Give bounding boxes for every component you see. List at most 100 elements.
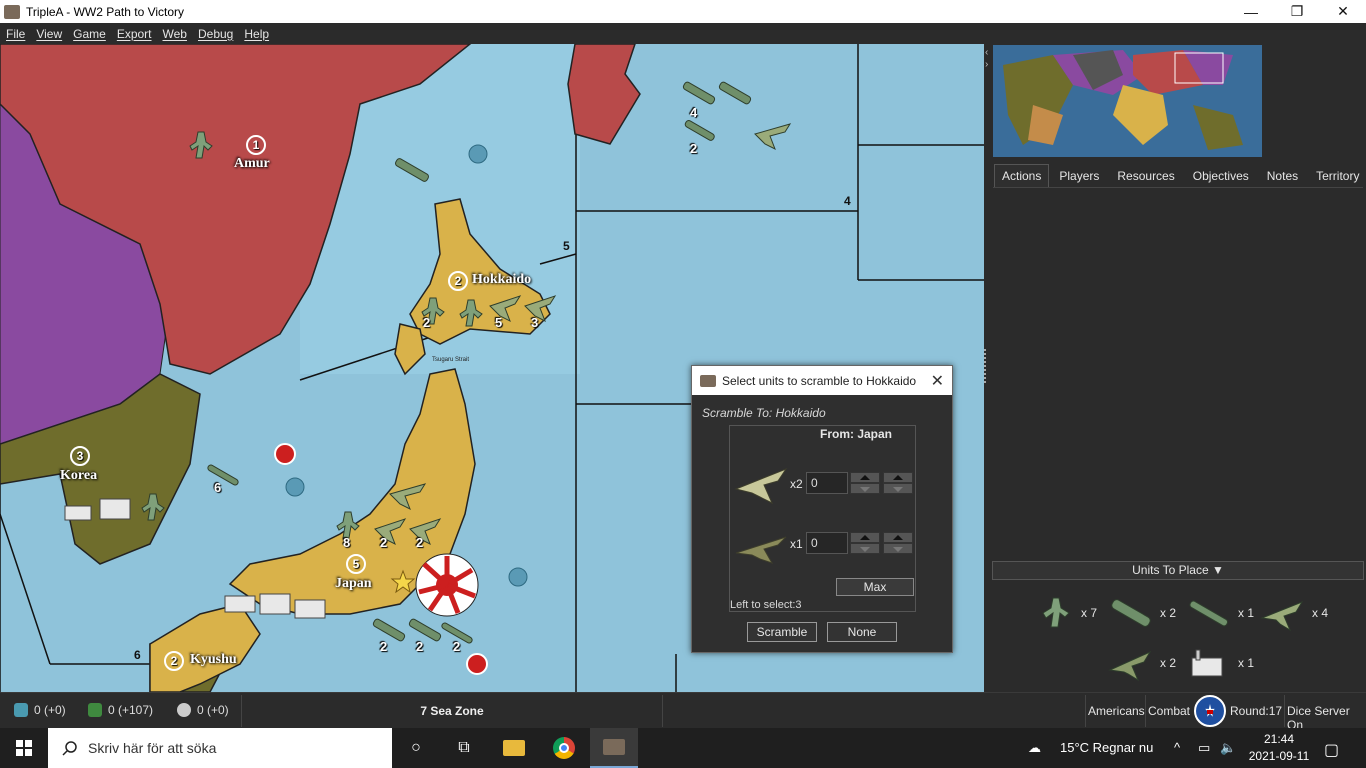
splitter-handle[interactable] xyxy=(984,349,988,383)
chevron-up-icon[interactable]: ^ xyxy=(1174,740,1180,755)
tech-value: 0 (+0) xyxy=(34,703,66,717)
sea-zone-number: 6 xyxy=(134,648,141,662)
status-bar: 0 (+0) 0 (+107) 0 (+0) 7 Sea Zone Americ… xyxy=(0,692,1366,732)
start-button[interactable] xyxy=(0,728,48,768)
windows-logo-icon xyxy=(16,740,32,756)
close-icon[interactable]: ✕ xyxy=(1320,0,1366,23)
increment-all-button[interactable] xyxy=(883,472,913,483)
minimize-icon[interactable]: — xyxy=(1228,0,1274,23)
menu-view[interactable]: View xyxy=(30,27,67,41)
weather-icon[interactable]: ☁ xyxy=(1028,740,1041,756)
money-resource: 0 (+107) xyxy=(88,703,153,717)
tab-players[interactable]: Players xyxy=(1051,164,1107,188)
unit-to-place-infantry[interactable]: x 7 xyxy=(1037,594,1097,632)
weather-text[interactable]: 15°C Regnar nu xyxy=(1060,740,1153,755)
title-bar: TripleA - WW2 Path to Victory — ❐ ✕ xyxy=(0,0,1366,23)
chrome-icon[interactable] xyxy=(540,728,588,768)
american-roundel-icon xyxy=(1194,695,1226,727)
divider xyxy=(1085,695,1086,727)
max-button[interactable]: Max xyxy=(836,578,914,596)
sea-zone-number: 4 xyxy=(844,194,851,208)
unit-count-label: x 7 xyxy=(1081,606,1098,620)
money-value: 0 (+107) xyxy=(108,703,154,717)
unit-count: 6 xyxy=(214,480,222,495)
collapse-right-icon[interactable]: › xyxy=(985,59,988,70)
territory-label-hokkaido: Hokkaido xyxy=(472,272,532,287)
tab-resources[interactable]: Resources xyxy=(1109,164,1182,188)
close-icon[interactable]: ✕ xyxy=(931,371,944,391)
battery-icon[interactable]: ▭ xyxy=(1198,740,1210,756)
current-player: Americans xyxy=(1088,704,1145,718)
territory-label-korea: Korea xyxy=(60,468,98,483)
scramble-row-bomber: x1 0 xyxy=(730,523,917,567)
unit-to-place-submarine[interactable]: x 1 xyxy=(1184,594,1254,632)
unit-count-label: x 4 xyxy=(1312,606,1329,620)
decrement-button[interactable] xyxy=(850,483,880,494)
decrement-button[interactable] xyxy=(850,543,880,554)
none-button[interactable]: None xyxy=(827,622,897,642)
menu-web[interactable]: Web xyxy=(157,27,192,41)
divider xyxy=(1145,695,1146,727)
scramble-count-input[interactable]: 0 xyxy=(806,532,848,554)
infantry-icon xyxy=(1042,597,1070,628)
unit-count: 2 xyxy=(423,315,431,330)
max-spinner[interactable] xyxy=(883,532,913,554)
maximize-icon[interactable]: ❐ xyxy=(1274,0,1320,23)
ipc-marker-amur: 1 xyxy=(246,135,266,155)
menu-export[interactable]: Export xyxy=(111,27,157,41)
task-view-icon[interactable]: ⧉ xyxy=(440,728,488,768)
increment-button[interactable] xyxy=(850,472,880,483)
decrement-all-button[interactable] xyxy=(883,543,913,554)
units-to-place-toggle[interactable]: Units To Place ▼ xyxy=(992,561,1364,580)
scramble-count-input[interactable]: 0 xyxy=(806,472,848,494)
submarine-icon xyxy=(1189,600,1229,627)
count-spinner[interactable] xyxy=(850,472,880,494)
cortana-icon[interactable]: ○ xyxy=(392,728,440,768)
notifications-icon[interactable]: ▢ xyxy=(1324,740,1339,760)
increment-button[interactable] xyxy=(850,532,880,543)
increment-all-button[interactable] xyxy=(883,532,913,543)
fighter-plane-icon xyxy=(1260,600,1304,632)
scramble-button[interactable]: Scramble xyxy=(747,622,817,642)
unit-count: 4 xyxy=(690,105,698,120)
menu-debug[interactable]: Debug xyxy=(192,27,238,41)
menu-game[interactable]: Game xyxy=(67,27,111,41)
units-to-place-list: x 7 x 2 x 1 x 4 x 2 x 1 xyxy=(992,584,1364,689)
taskbar-search[interactable]: Skriv här för att söka xyxy=(48,728,392,768)
unit-count-label: x 1 xyxy=(1238,606,1255,620)
territory-label-japan: Japan xyxy=(335,576,372,591)
triplea-taskbar-icon[interactable] xyxy=(590,728,638,768)
ipc-marker-korea: 3 xyxy=(70,446,90,466)
tech-flask-icon xyxy=(14,703,28,717)
unit-to-place-bomber[interactable]: x 2 xyxy=(1106,644,1176,682)
unit-count: 2 xyxy=(380,535,388,550)
skull-resource: 0 (+0) xyxy=(177,703,229,717)
unit-count: 5 xyxy=(495,315,503,330)
tab-territory[interactable]: Territory xyxy=(1308,164,1366,188)
max-spinner[interactable] xyxy=(883,472,913,494)
unit-to-place-fighter[interactable]: x 4 xyxy=(1258,594,1328,632)
tech-resource: 0 (+0) xyxy=(14,703,66,717)
menu-file[interactable]: File xyxy=(0,27,30,41)
tab-objectives[interactable]: Objectives xyxy=(1185,164,1257,188)
collapse-left-icon[interactable]: ‹ xyxy=(985,47,988,58)
menu-bar: File View Game Export Web Debug Help xyxy=(0,23,1366,44)
file-explorer-icon[interactable] xyxy=(490,728,538,768)
transport-ship-icon xyxy=(1111,599,1151,627)
unit-to-place-factory[interactable]: x 1 xyxy=(1184,644,1254,682)
unit-to-place-transport[interactable]: x 2 xyxy=(1106,594,1176,632)
count-spinner[interactable] xyxy=(850,532,880,554)
bomber-plane-icon xyxy=(1108,650,1152,682)
tab-actions[interactable]: Actions xyxy=(994,164,1050,188)
clock-date: 2021-09-11 xyxy=(1248,749,1310,763)
unit-count: 3 xyxy=(531,315,539,330)
unit-count: 2 xyxy=(690,141,698,156)
clock-time: 21:44 xyxy=(1263,732,1295,746)
scramble-to-label: Scramble To: Hokkaido xyxy=(702,406,826,420)
decrement-all-button[interactable] xyxy=(883,483,913,494)
volume-muted-icon[interactable]: 🔈 xyxy=(1220,740,1236,756)
taskbar-clock[interactable]: 21:44 2021-09-11 xyxy=(1244,731,1314,765)
minimap[interactable] xyxy=(993,45,1262,157)
menu-help[interactable]: Help xyxy=(238,27,274,41)
tab-notes[interactable]: Notes xyxy=(1259,164,1306,188)
